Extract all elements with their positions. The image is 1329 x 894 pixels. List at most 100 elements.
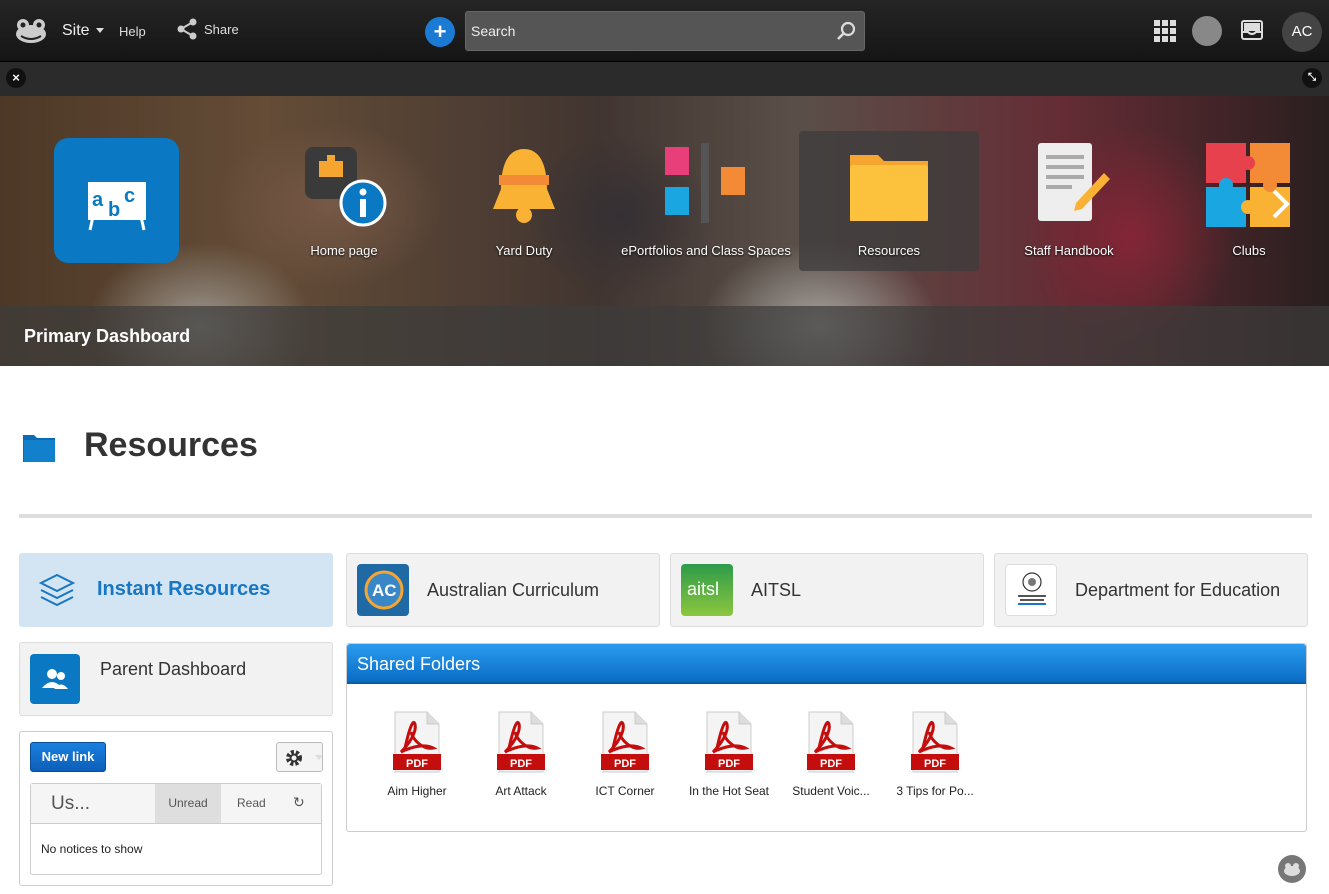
chevron-right-icon[interactable] [1270, 188, 1292, 225]
pdf-file-icon: PDF [601, 711, 649, 773]
svg-text:PDF: PDF [924, 758, 946, 770]
svg-text:b: b [108, 199, 120, 221]
app-home-page[interactable]: Home page [254, 131, 434, 271]
australian-curriculum-link[interactable]: AC Australian Curriculum [346, 553, 660, 627]
file-name: ICT Corner [595, 784, 655, 798]
top-bar: Site Help Share + AC [0, 0, 1329, 62]
parent-icon [30, 654, 80, 704]
apps-grid-icon[interactable] [1154, 20, 1176, 45]
australian-curriculum-label: Australian Curriculum [427, 580, 600, 600]
layers-icon [38, 573, 76, 607]
search-icon[interactable] [836, 21, 856, 41]
app-label: Yard Duty [495, 243, 553, 258]
file-item[interactable]: PDF 3 Tips for Po... [885, 710, 985, 798]
app-resources[interactable]: Resources [799, 131, 979, 271]
close-icon[interactable]: × [6, 68, 26, 88]
frog-logo-icon[interactable] [14, 17, 48, 45]
app-staff-handbook[interactable]: Staff Handbook [979, 131, 1159, 271]
shared-folders-title: Shared Folders [357, 654, 481, 674]
file-item[interactable]: PDF In the Hot Seat [679, 710, 779, 798]
ac-logo-icon: AC [357, 564, 409, 616]
pdf-file-icon: PDF [911, 711, 959, 773]
file-item[interactable]: PDF Art Attack [471, 710, 571, 798]
government-crest-icon [1005, 564, 1057, 616]
settings-button[interactable] [276, 742, 323, 772]
svg-text:PDF: PDF [718, 758, 740, 770]
file-item[interactable]: PDF Student Voic... [781, 710, 881, 798]
shared-folders-panel: Shared Folders PDF Aim Higher PDF Art Attac… [346, 643, 1307, 832]
tab-read[interactable]: Read [237, 796, 266, 810]
pdf-file-icon: PDF [807, 711, 855, 773]
file-name: Student Voic... [792, 784, 870, 798]
plus-icon: + [433, 19, 447, 44]
file-item[interactable]: PDF Aim Higher [367, 710, 467, 798]
divider [19, 514, 1312, 518]
file-name: Art Attack [495, 784, 547, 798]
tab-unread[interactable]: Unread [155, 784, 221, 823]
search-input[interactable] [466, 12, 826, 50]
avatar[interactable]: AC [1282, 12, 1322, 52]
status-indicator[interactable] [1192, 16, 1222, 46]
svg-text:aitsl: aitsl [687, 579, 719, 599]
aitsl-link[interactable]: aitsl AITSL [670, 553, 984, 627]
share-icon [177, 18, 197, 40]
inbox-icon[interactable] [1241, 20, 1263, 43]
new-link-button[interactable]: New link [30, 742, 106, 772]
pdf-file-icon: PDF [705, 711, 753, 773]
notices-tabs: Us... Unread Read ↻ No notices to show [30, 783, 322, 875]
collapse-icon[interactable]: ⤡ [1302, 68, 1322, 88]
department-for-education-link[interactable]: Department for Education [994, 553, 1308, 627]
document-edit-icon [1038, 143, 1110, 221]
instant-resources-label: Instant Resources [97, 578, 271, 600]
app-label: Resources [857, 243, 921, 258]
app-label: ePortfolios and Class Spaces [621, 243, 791, 258]
dashboard-banner: abc Home page Yard Duty ePortfolios and … [0, 96, 1329, 366]
home-info-icon [305, 147, 387, 227]
add-button[interactable]: + [425, 17, 455, 47]
notices-tab-bar: Us... Unread Read ↻ [31, 784, 321, 824]
pdf-file-icon: PDF [497, 711, 545, 773]
empty-notices-text: No notices to show [41, 842, 143, 856]
chevron-down-icon [315, 755, 323, 760]
refresh-icon[interactable]: ↻ [293, 794, 305, 811]
file-name: 3 Tips for Po... [896, 784, 974, 798]
bell-icon [493, 149, 555, 223]
search-box [465, 11, 865, 51]
share-label: Share [204, 21, 239, 37]
file-name: In the Hot Seat [688, 784, 770, 798]
timeline-icon [665, 143, 745, 223]
app-clubs[interactable]: Clubs [1159, 131, 1329, 271]
parent-dashboard-link[interactable]: Parent Dashboard [19, 642, 333, 716]
gear-icon [286, 750, 302, 766]
svg-text:PDF: PDF [510, 758, 532, 770]
app-eportfolios[interactable]: ePortfolios and Class Spaces [616, 131, 796, 271]
dashboard-title-bar: Primary Dashboard [0, 306, 1329, 366]
instant-resources-link[interactable]: Instant Resources [19, 553, 333, 627]
page-title: Resources [84, 426, 258, 464]
share-button[interactable]: Share [176, 18, 239, 40]
app-yard-duty[interactable]: Yard Duty [434, 131, 614, 271]
app-label: Home page [310, 243, 378, 258]
app-label: Staff Handbook [1024, 243, 1114, 258]
app-label: Clubs [1232, 243, 1266, 258]
frog-help-icon[interactable] [1278, 855, 1306, 883]
folder-icon [22, 433, 56, 468]
svg-text:PDF: PDF [820, 758, 842, 770]
help-link[interactable]: Help [119, 24, 146, 39]
site-menu-label: Site [62, 22, 90, 39]
dashboard-app-icon[interactable]: abc [54, 138, 179, 263]
parent-dashboard-label: Parent Dashboard [100, 659, 247, 679]
site-menu[interactable]: Site [62, 22, 104, 40]
dashboard-title: Primary Dashboard [24, 326, 191, 346]
shared-folders-header: Shared Folders [347, 644, 1306, 684]
toolbar-strip: × ⤡ [0, 62, 1329, 96]
svg-text:AC: AC [372, 581, 397, 600]
department-label: Department for Education [1075, 580, 1281, 600]
folder-icon [850, 155, 928, 221]
svg-text:PDF: PDF [406, 758, 428, 770]
svg-text:c: c [124, 185, 135, 207]
tab-us[interactable]: Us... [51, 793, 90, 815]
file-item[interactable]: PDF ICT Corner [575, 710, 675, 798]
aitsl-logo-icon: aitsl [681, 564, 733, 616]
svg-text:PDF: PDF [614, 758, 636, 770]
